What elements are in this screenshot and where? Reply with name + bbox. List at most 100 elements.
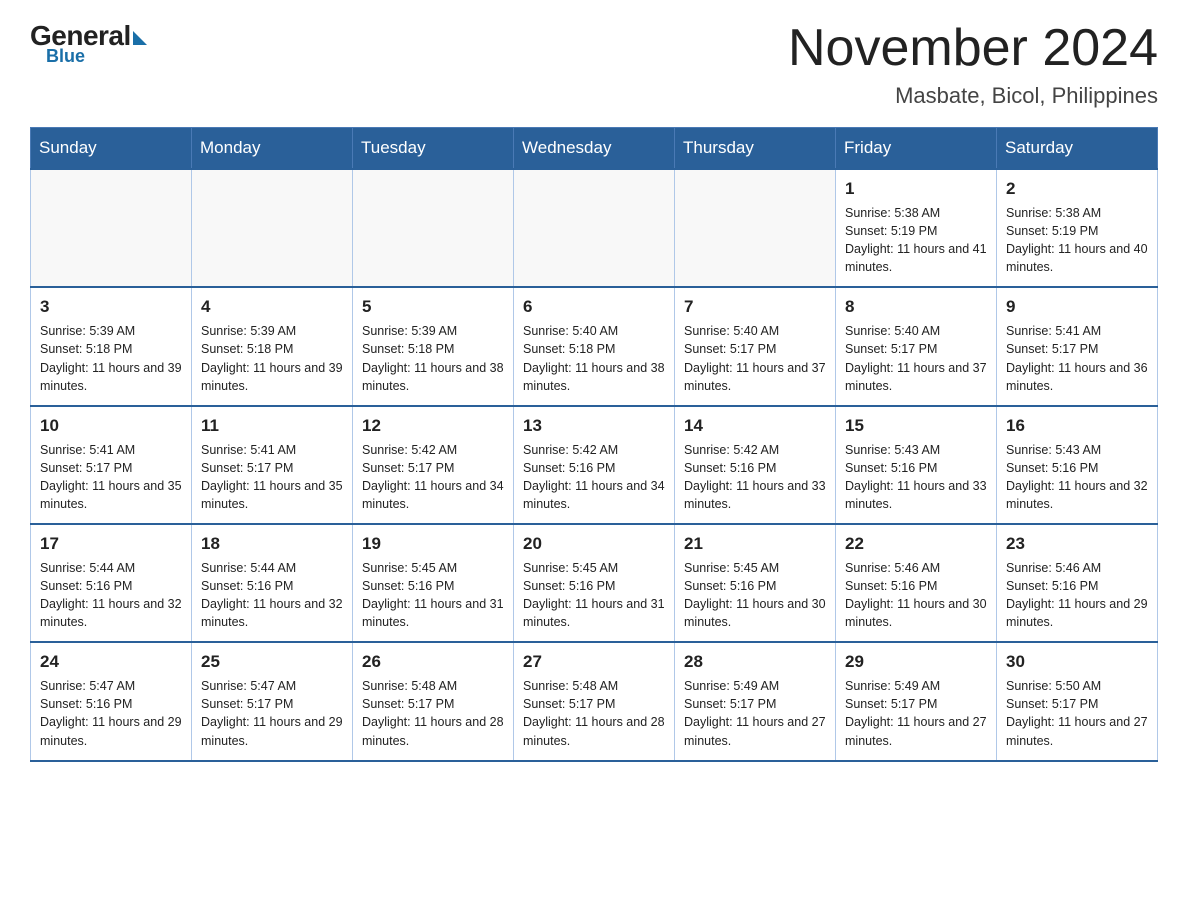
calendar-cell: 1 Sunrise: 5:38 AM Sunset: 5:19 PM Daylig… [836, 169, 997, 287]
day-number: 24 [40, 650, 182, 674]
day-info: Sunrise: 5:50 AM Sunset: 5:17 PM Dayligh… [1006, 677, 1148, 750]
day-info: Sunrise: 5:39 AM Sunset: 5:18 PM Dayligh… [40, 322, 182, 395]
day-info: Sunrise: 5:38 AM Sunset: 5:19 PM Dayligh… [845, 204, 987, 277]
day-info: Sunrise: 5:42 AM Sunset: 5:16 PM Dayligh… [684, 441, 826, 514]
day-info: Sunrise: 5:39 AM Sunset: 5:18 PM Dayligh… [362, 322, 504, 395]
day-number: 13 [523, 414, 665, 438]
calendar-cell: 11 Sunrise: 5:41 AM Sunset: 5:17 PM Dayli… [192, 406, 353, 524]
calendar-cell: 26Sunrise: 5:48 AM Sunset: 5:17 PM Dayli… [353, 642, 514, 760]
day-number: 14 [684, 414, 826, 438]
calendar-cell: 9 Sunrise: 5:41 AM Sunset: 5:17 PM Daylig… [997, 287, 1158, 405]
day-number: 25 [201, 650, 343, 674]
calendar-cell [353, 169, 514, 287]
title-area: November 2024 Masbate, Bicol, Philippine… [788, 20, 1158, 109]
day-info: Sunrise: 5:41 AM Sunset: 5:17 PM Dayligh… [1006, 322, 1148, 395]
calendar-cell: 27 Sunrise: 5:48 AM Sunset: 5:17 PM Dayli… [514, 642, 675, 760]
day-number: 15 [845, 414, 987, 438]
day-number: 17 [40, 532, 182, 556]
day-number: 5 [362, 295, 504, 319]
calendar-cell [192, 169, 353, 287]
calendar-cell: 19Sunrise: 5:45 AM Sunset: 5:16 PM Dayli… [353, 524, 514, 642]
day-number: 9 [1006, 295, 1148, 319]
page-header: General Blue November 2024 Masbate, Bico… [30, 20, 1158, 109]
day-info: Sunrise: 5:47 AM Sunset: 5:17 PM Dayligh… [201, 677, 343, 750]
calendar-header-row: SundayMondayTuesdayWednesdayThursdayFrid… [31, 128, 1158, 170]
calendar-cell [31, 169, 192, 287]
calendar-cell [514, 169, 675, 287]
day-number: 10 [40, 414, 182, 438]
day-info: Sunrise: 5:44 AM Sunset: 5:16 PM Dayligh… [40, 559, 182, 632]
col-header-saturday: Saturday [997, 128, 1158, 170]
week-row-4: 17 Sunrise: 5:44 AM Sunset: 5:16 PM Dayli… [31, 524, 1158, 642]
day-info: Sunrise: 5:49 AM Sunset: 5:17 PM Dayligh… [684, 677, 826, 750]
calendar-cell [675, 169, 836, 287]
day-info: Sunrise: 5:41 AM Sunset: 5:17 PM Dayligh… [201, 441, 343, 514]
day-info: Sunrise: 5:43 AM Sunset: 5:16 PM Dayligh… [845, 441, 987, 514]
week-row-5: 24 Sunrise: 5:47 AM Sunset: 5:16 PM Dayli… [31, 642, 1158, 760]
day-info: Sunrise: 5:47 AM Sunset: 5:16 PM Dayligh… [40, 677, 182, 750]
day-info: Sunrise: 5:39 AM Sunset: 5:18 PM Dayligh… [201, 322, 343, 395]
day-number: 21 [684, 532, 826, 556]
calendar-cell: 20Sunrise: 5:45 AM Sunset: 5:16 PM Dayli… [514, 524, 675, 642]
day-info: Sunrise: 5:43 AM Sunset: 5:16 PM Dayligh… [1006, 441, 1148, 514]
day-number: 1 [845, 177, 987, 201]
day-info: Sunrise: 5:40 AM Sunset: 5:18 PM Dayligh… [523, 322, 665, 395]
calendar-cell: 21 Sunrise: 5:45 AM Sunset: 5:16 PM Dayli… [675, 524, 836, 642]
day-number: 4 [201, 295, 343, 319]
day-info: Sunrise: 5:49 AM Sunset: 5:17 PM Dayligh… [845, 677, 987, 750]
logo: General Blue [30, 20, 147, 67]
day-number: 11 [201, 414, 343, 438]
week-row-1: 1 Sunrise: 5:38 AM Sunset: 5:19 PM Daylig… [31, 169, 1158, 287]
day-info: Sunrise: 5:45 AM Sunset: 5:16 PM Dayligh… [684, 559, 826, 632]
day-info: Sunrise: 5:42 AM Sunset: 5:17 PM Dayligh… [362, 441, 504, 514]
col-header-thursday: Thursday [675, 128, 836, 170]
calendar-cell: 24 Sunrise: 5:47 AM Sunset: 5:16 PM Dayli… [31, 642, 192, 760]
day-number: 20 [523, 532, 665, 556]
day-number: 27 [523, 650, 665, 674]
day-info: Sunrise: 5:38 AM Sunset: 5:19 PM Dayligh… [1006, 204, 1148, 277]
calendar-cell: 12 Sunrise: 5:42 AM Sunset: 5:17 PM Dayli… [353, 406, 514, 524]
location-subtitle: Masbate, Bicol, Philippines [788, 83, 1158, 109]
day-number: 19 [362, 532, 504, 556]
day-info: Sunrise: 5:46 AM Sunset: 5:16 PM Dayligh… [845, 559, 987, 632]
day-number: 29 [845, 650, 987, 674]
day-info: Sunrise: 5:41 AM Sunset: 5:17 PM Dayligh… [40, 441, 182, 514]
day-info: Sunrise: 5:40 AM Sunset: 5:17 PM Dayligh… [845, 322, 987, 395]
day-number: 23 [1006, 532, 1148, 556]
day-info: Sunrise: 5:44 AM Sunset: 5:16 PM Dayligh… [201, 559, 343, 632]
calendar-cell: 14 Sunrise: 5:42 AM Sunset: 5:16 PM Dayli… [675, 406, 836, 524]
day-number: 28 [684, 650, 826, 674]
day-number: 7 [684, 295, 826, 319]
day-number: 8 [845, 295, 987, 319]
day-number: 12 [362, 414, 504, 438]
day-number: 3 [40, 295, 182, 319]
day-number: 16 [1006, 414, 1148, 438]
calendar-cell: 10 Sunrise: 5:41 AM Sunset: 5:17 PM Dayli… [31, 406, 192, 524]
calendar-cell: 2 Sunrise: 5:38 AM Sunset: 5:19 PM Daylig… [997, 169, 1158, 287]
day-info: Sunrise: 5:48 AM Sunset: 5:17 PM Dayligh… [523, 677, 665, 750]
calendar-cell: 23Sunrise: 5:46 AM Sunset: 5:16 PM Dayli… [997, 524, 1158, 642]
day-number: 2 [1006, 177, 1148, 201]
day-info: Sunrise: 5:42 AM Sunset: 5:16 PM Dayligh… [523, 441, 665, 514]
day-number: 18 [201, 532, 343, 556]
col-header-tuesday: Tuesday [353, 128, 514, 170]
day-number: 22 [845, 532, 987, 556]
logo-blue-text: Blue [46, 46, 85, 67]
month-title: November 2024 [788, 20, 1158, 77]
day-info: Sunrise: 5:40 AM Sunset: 5:17 PM Dayligh… [684, 322, 826, 395]
day-number: 26 [362, 650, 504, 674]
col-header-sunday: Sunday [31, 128, 192, 170]
day-number: 30 [1006, 650, 1148, 674]
calendar-cell: 6 Sunrise: 5:40 AM Sunset: 5:18 PM Daylig… [514, 287, 675, 405]
calendar-cell: 16 Sunrise: 5:43 AM Sunset: 5:16 PM Dayli… [997, 406, 1158, 524]
calendar-cell: 30 Sunrise: 5:50 AM Sunset: 5:17 PM Dayli… [997, 642, 1158, 760]
calendar-cell: 28 Sunrise: 5:49 AM Sunset: 5:17 PM Dayli… [675, 642, 836, 760]
calendar-cell: 17 Sunrise: 5:44 AM Sunset: 5:16 PM Dayli… [31, 524, 192, 642]
calendar-cell: 8 Sunrise: 5:40 AM Sunset: 5:17 PM Daylig… [836, 287, 997, 405]
calendar-cell: 13 Sunrise: 5:42 AM Sunset: 5:16 PM Dayli… [514, 406, 675, 524]
day-number: 6 [523, 295, 665, 319]
logo-triangle-icon [133, 31, 147, 45]
col-header-friday: Friday [836, 128, 997, 170]
calendar-cell: 29 Sunrise: 5:49 AM Sunset: 5:17 PM Dayli… [836, 642, 997, 760]
calendar-table: SundayMondayTuesdayWednesdayThursdayFrid… [30, 127, 1158, 761]
